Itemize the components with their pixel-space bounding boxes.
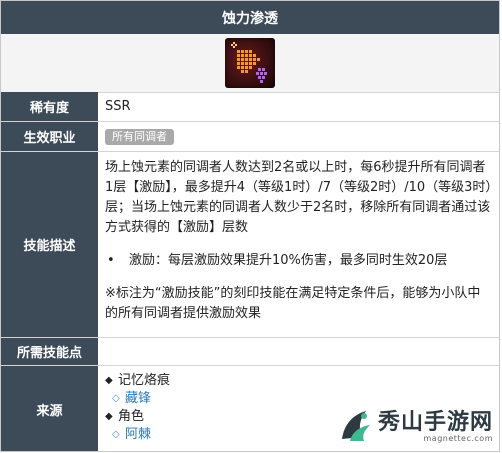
skill-icon-row [1,34,499,93]
job-label: 生效职业 [1,122,98,151]
rarity-value-cell: SSR [98,92,499,121]
diamond-outline-icon: ◇ [112,429,120,440]
job-row: 生效职业 所有同调者 [1,122,499,152]
rarity-row: 稀有度 SSR [1,92,499,122]
description-bullet-text: 激励：每层激励效果提升10%伤害，最多同时生效20层 [129,253,448,268]
skill-emblem-icon [225,38,275,88]
watermark-text: 秀山手游网 [377,408,493,435]
skill-title-bar: 蚀力渗透 [1,1,499,34]
job-value-cell: 所有同调者 [98,122,499,151]
skill-info-card: 蚀力渗透 稀有度 SSR 生效职业 所有同调者 技能描述 场上蚀元素的同调者人数… [0,0,500,452]
bullet-dot-icon: • [107,253,115,268]
source-label: 来源 [1,366,98,451]
rarity-value: SSR [105,99,131,114]
watermark-url: magnettec.com [423,433,493,443]
site-watermark: 秀山手游网 magnettec.com [336,407,493,445]
rarity-label: 稀有度 [1,92,98,121]
skill-title: 蚀力渗透 [222,10,278,27]
diamond-bullet-icon: ◆ [105,375,113,386]
source-group-title: 记忆烙痕 [118,373,171,388]
job-tag: 所有同调者 [105,128,174,145]
description-value-cell: 场上蚀元素的同调者人数达到2名或以上时，每6秒提升所有同调者1层【激励】，最多提… [98,152,499,337]
description-bullet: • 激励：每层激励效果提升10%伤害，最多同时生效20层 [105,251,493,271]
source-group-title: 角色 [118,409,145,424]
diamond-bullet-icon: ◆ [105,411,113,422]
source-item-link[interactable]: 阿棘 [125,426,151,444]
required-points-label: 所需技能点 [1,338,98,365]
site-logo-icon [336,407,374,445]
description-label: 技能描述 [1,152,98,337]
required-points-value [98,338,499,365]
source-group-header: ◆ 记忆烙痕 [105,372,499,390]
required-points-row: 所需技能点 [1,338,499,366]
source-item-link[interactable]: 藏锋 [125,390,151,408]
source-item[interactable]: ◇ 藏锋 [105,390,499,408]
description-paragraph: 场上蚀元素的同调者人数达到2名或以上时，每6秒提升所有同调者1层【激励】，最多提… [105,160,492,235]
watermark-text-group: 秀山手游网 magnettec.com [378,410,493,443]
description-row: 技能描述 场上蚀元素的同调者人数达到2名或以上时，每6秒提升所有同调者1层【激励… [1,152,499,338]
description-note: ※标注为“激励技能”的刻印技能在满足特定条件后，能够为小队中的所有同调者提供激励… [105,286,481,321]
diamond-outline-icon: ◇ [112,393,120,404]
